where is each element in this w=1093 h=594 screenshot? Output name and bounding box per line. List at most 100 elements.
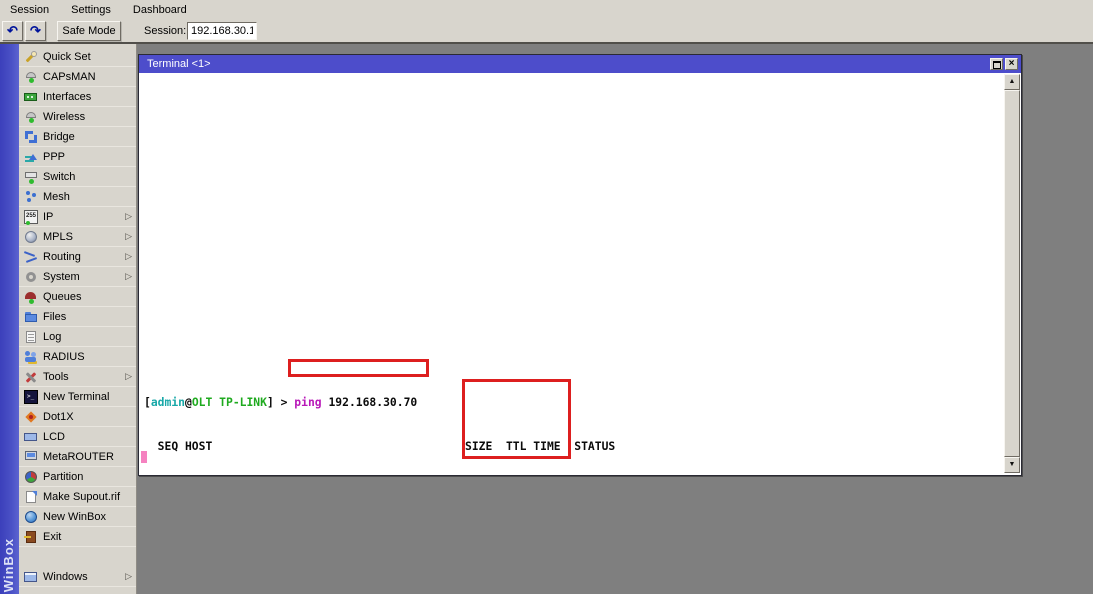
sidebar-item-routing[interactable]: Routing ▷ bbox=[19, 247, 136, 267]
sidebar-item-make-supout[interactable]: Make Supout.rif bbox=[19, 487, 136, 507]
scroll-up-button[interactable]: ▲ bbox=[1004, 74, 1020, 90]
sidebar-item-label: Wireless bbox=[43, 111, 85, 123]
sidebar-item-label: Mesh bbox=[43, 191, 70, 203]
sidebar-item-mpls[interactable]: MPLS ▷ bbox=[19, 227, 136, 247]
sidebar-item-ip[interactable]: 255 IP ▷ bbox=[19, 207, 136, 227]
sidebar-item-label: Bridge bbox=[43, 131, 75, 143]
brand-strip: WinBox bbox=[0, 44, 19, 594]
winbox-application: Session Settings Dashboard ↶ ↷ Safe Mode… bbox=[0, 0, 1093, 594]
exit-door-icon bbox=[24, 530, 38, 544]
sidebar-item-label: New Terminal bbox=[43, 391, 109, 403]
ping-command: ping bbox=[294, 395, 321, 409]
folder-icon bbox=[24, 310, 38, 324]
sidebar-item-lcd[interactable]: LCD bbox=[19, 427, 136, 447]
scroll-down-button[interactable]: ▼ bbox=[1004, 457, 1020, 473]
wireless-antenna-icon bbox=[24, 110, 38, 124]
sidebar-item-ppp[interactable]: PPP bbox=[19, 147, 136, 167]
sidebar-gap bbox=[19, 547, 136, 567]
lcd-screen-icon bbox=[24, 430, 38, 444]
sidebar-item-files[interactable]: Files bbox=[19, 307, 136, 327]
terminal-titlebar[interactable]: Terminal <1> bbox=[139, 55, 1021, 73]
brand-winbox-label: WinBox bbox=[1, 538, 16, 592]
sidebar-menu: Quick Set CAPsMAN Interfaces Wireless Br… bbox=[19, 44, 136, 594]
sidebar-item-log[interactable]: Log bbox=[19, 327, 136, 347]
sidebar-item-label: Files bbox=[43, 311, 66, 323]
chevron-right-icon: ▷ bbox=[125, 251, 132, 262]
ping-header-row: SEQ HOST SIZE TTL TIME STATUS bbox=[144, 439, 615, 454]
document-icon bbox=[24, 490, 38, 504]
redo-icon: ↷ bbox=[30, 23, 41, 38]
sidebar-item-label: Make Supout.rif bbox=[43, 491, 120, 503]
sidebar-item-label: Queues bbox=[43, 291, 82, 303]
menu-settings[interactable]: Settings bbox=[65, 1, 121, 19]
prompt-device: OLT TP-LINK bbox=[192, 395, 267, 409]
sidebar-item-interfaces[interactable]: Interfaces bbox=[19, 87, 136, 107]
gear-icon bbox=[24, 270, 38, 284]
menu-session[interactable]: Session bbox=[4, 1, 59, 19]
close-button[interactable]: × bbox=[1005, 58, 1018, 70]
maximize-button[interactable] bbox=[990, 58, 1003, 70]
terminal-output-area[interactable]: [admin@OLT TP-LINK] > ping 192.168.30.70… bbox=[140, 73, 1020, 474]
sidebar-item-label: Quick Set bbox=[43, 51, 91, 63]
sidebar-item-bridge[interactable]: Bridge bbox=[19, 127, 136, 147]
sidebar: WinBox Quick Set CAPsMAN Interfaces Wire… bbox=[0, 44, 137, 594]
undo-icon: ↶ bbox=[7, 23, 18, 38]
sidebar-item-label: Routing bbox=[43, 251, 81, 263]
safe-mode-button[interactable]: Safe Mode bbox=[57, 21, 121, 41]
terminal-window: Terminal <1> × [admin@OLT TP-LINK] > pin… bbox=[138, 54, 1022, 476]
sphere-icon bbox=[24, 230, 38, 244]
vertical-scrollbar[interactable]: ▲ ▼ bbox=[1004, 74, 1020, 473]
sidebar-item-label: Log bbox=[43, 331, 61, 343]
sidebar-item-windows[interactable]: Windows ▷ bbox=[19, 567, 136, 587]
session-label: Session: bbox=[144, 20, 186, 42]
sidebar-item-label: Dot1X bbox=[43, 411, 74, 423]
menu-dashboard[interactable]: Dashboard bbox=[127, 1, 197, 19]
sidebar-item-label: Interfaces bbox=[43, 91, 91, 103]
scrollbar-thumb[interactable] bbox=[1004, 90, 1020, 457]
sidebar-item-label: MetaROUTER bbox=[43, 451, 114, 463]
network-card-icon bbox=[24, 90, 38, 104]
sidebar-item-label: LCD bbox=[43, 431, 65, 443]
chevron-right-icon: ▷ bbox=[125, 231, 132, 242]
sidebar-item-exit[interactable]: Exit bbox=[19, 527, 136, 547]
sidebar-item-mesh[interactable]: Mesh bbox=[19, 187, 136, 207]
sidebar-item-metarouter[interactable]: MetaROUTER bbox=[19, 447, 136, 467]
redo-button[interactable]: ↷ bbox=[25, 21, 46, 41]
routing-arrows-icon bbox=[24, 250, 38, 264]
sidebar-item-new-terminal[interactable]: >_ New Terminal bbox=[19, 387, 136, 407]
log-sheet-icon bbox=[24, 330, 38, 344]
sidebar-item-wireless[interactable]: Wireless bbox=[19, 107, 136, 127]
sidebar-item-partition[interactable]: Partition bbox=[19, 467, 136, 487]
sidebar-item-queues[interactable]: Queues bbox=[19, 287, 136, 307]
tools-icon bbox=[24, 370, 38, 384]
sidebar-item-label: Windows bbox=[43, 571, 88, 583]
sidebar-item-system[interactable]: System ▷ bbox=[19, 267, 136, 287]
sidebar-item-new-winbox[interactable]: New WinBox bbox=[19, 507, 136, 527]
sidebar-item-capsman[interactable]: CAPsMAN bbox=[19, 67, 136, 87]
switch-icon bbox=[24, 170, 38, 184]
bridge-arrows-icon bbox=[24, 130, 38, 144]
sidebar-item-label: CAPsMAN bbox=[43, 71, 96, 83]
sidebar-item-label: RADIUS bbox=[43, 351, 85, 363]
sidebar-item-dot1x[interactable]: Dot1X bbox=[19, 407, 136, 427]
arrow-up-icon: ▲ bbox=[1009, 78, 1016, 85]
session-input[interactable] bbox=[187, 22, 257, 40]
sidebar-item-label: System bbox=[43, 271, 80, 283]
pie-chart-icon bbox=[24, 470, 38, 484]
sidebar-item-label: New WinBox bbox=[43, 511, 106, 523]
chevron-right-icon: ▷ bbox=[125, 211, 132, 222]
sidebar-item-label: Tools bbox=[43, 371, 69, 383]
window-icon bbox=[24, 570, 38, 584]
gauge-icon bbox=[24, 290, 38, 304]
sidebar-item-tools[interactable]: Tools ▷ bbox=[19, 367, 136, 387]
terminal-title: Terminal <1> bbox=[147, 58, 211, 70]
sidebar-item-quick-set[interactable]: Quick Set bbox=[19, 47, 136, 67]
sidebar-item-radius[interactable]: RADIUS bbox=[19, 347, 136, 367]
ping-target: 192.168.30.70 bbox=[322, 395, 418, 409]
ip-255-icon: 255 bbox=[24, 210, 38, 224]
undo-button[interactable]: ↶ bbox=[2, 21, 23, 41]
chevron-right-icon: ▷ bbox=[125, 271, 132, 282]
mesh-icon bbox=[24, 190, 38, 204]
sidebar-item-switch[interactable]: Switch bbox=[19, 167, 136, 187]
sidebar-item-label: Switch bbox=[43, 171, 75, 183]
